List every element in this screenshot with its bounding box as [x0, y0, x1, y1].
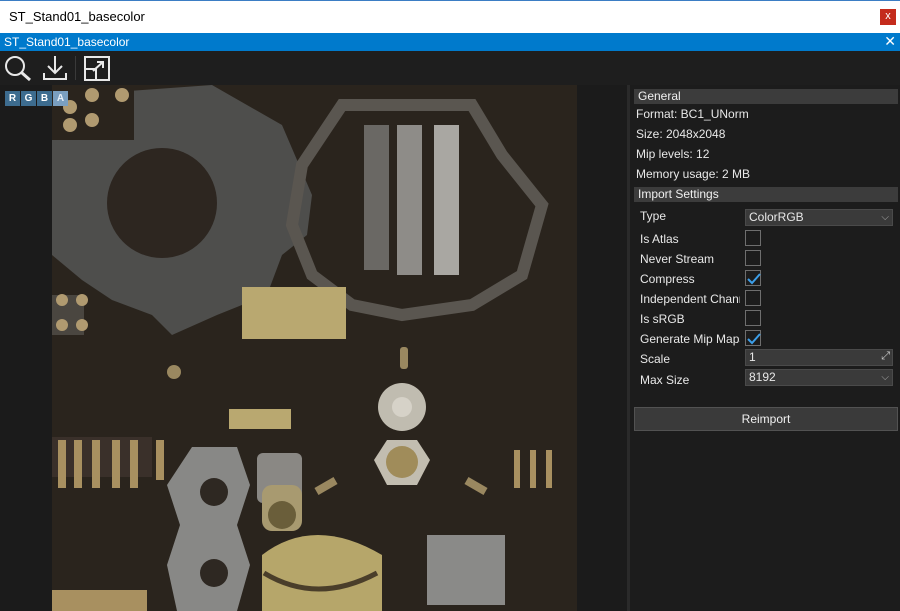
resize-icon[interactable]	[82, 54, 112, 82]
window-close-button[interactable]: x	[880, 9, 896, 25]
format-info: Format: BC1_UNorm	[636, 107, 749, 121]
search-icon[interactable]	[3, 54, 33, 82]
channel-r-toggle[interactable]: R	[5, 91, 20, 106]
toolbar-separator	[75, 56, 76, 80]
expand-icon[interactable]: ⤢	[881, 349, 890, 364]
download-icon[interactable]	[40, 54, 70, 82]
is-atlas-checkbox[interactable]	[745, 230, 761, 246]
texture-viewport[interactable]: R G B A	[0, 85, 627, 611]
channel-toggles: R G B A	[5, 91, 68, 106]
import-settings-header[interactable]: Import Settings	[634, 187, 898, 202]
checkmark-icon	[747, 333, 761, 345]
texture-preview	[52, 85, 577, 611]
general-header[interactable]: General	[634, 89, 898, 104]
is-atlas-label: Is Atlas	[640, 232, 679, 246]
size-info: Size: 2048x2048	[636, 127, 726, 141]
window-title: ST_Stand01_basecolor	[9, 9, 145, 24]
channel-b-toggle[interactable]: B	[37, 91, 52, 106]
compress-label: Compress	[640, 272, 695, 286]
compress-checkbox[interactable]	[745, 270, 761, 286]
max-size-dropdown[interactable]: 8192 ⌵	[745, 369, 893, 386]
window-titlebar: ST_Stand01_basecolor x	[0, 0, 900, 33]
scale-input[interactable]: 1 ⤢	[745, 349, 893, 366]
max-size-label: Max Size	[640, 373, 690, 387]
scale-value: 1	[749, 350, 756, 364]
independent-channels-label: Independent Chann	[640, 292, 740, 306]
checkmark-icon	[747, 273, 761, 285]
memory-usage-info: Memory usage: 2 MB	[636, 167, 751, 181]
type-dropdown[interactable]: ColorRGB ⌵	[745, 209, 893, 226]
document-tab[interactable]: ST_Stand01_basecolor ✕	[0, 33, 900, 51]
toolbar	[0, 51, 900, 85]
chevron-down-icon: ⌵	[881, 372, 889, 383]
never-stream-checkbox[interactable]	[745, 250, 761, 266]
type-label: Type	[640, 209, 667, 223]
is-srgb-label: Is sRGB	[640, 312, 685, 326]
document-tab-title: ST_Stand01_basecolor	[4, 35, 130, 49]
reimport-button[interactable]: Reimport	[634, 407, 898, 431]
mip-levels-info: Mip levels: 12	[636, 147, 710, 161]
generate-mip-maps-label: Generate Mip Maps	[640, 332, 740, 346]
max-size-value: 8192	[749, 370, 776, 384]
channel-a-toggle[interactable]: A	[53, 91, 68, 106]
document-tab-close-icon[interactable]: ✕	[884, 33, 896, 50]
scale-label: Scale	[640, 352, 671, 366]
chevron-down-icon: ⌵	[881, 212, 889, 223]
properties-panel: General Format: BC1_UNorm Size: 2048x204…	[630, 85, 900, 611]
independent-channels-checkbox[interactable]	[745, 290, 761, 306]
generate-mip-maps-checkbox[interactable]	[745, 330, 761, 346]
type-value: ColorRGB	[749, 210, 804, 224]
never-stream-label: Never Stream	[640, 252, 715, 266]
channel-g-toggle[interactable]: G	[21, 91, 36, 106]
is-srgb-checkbox[interactable]	[745, 310, 761, 326]
